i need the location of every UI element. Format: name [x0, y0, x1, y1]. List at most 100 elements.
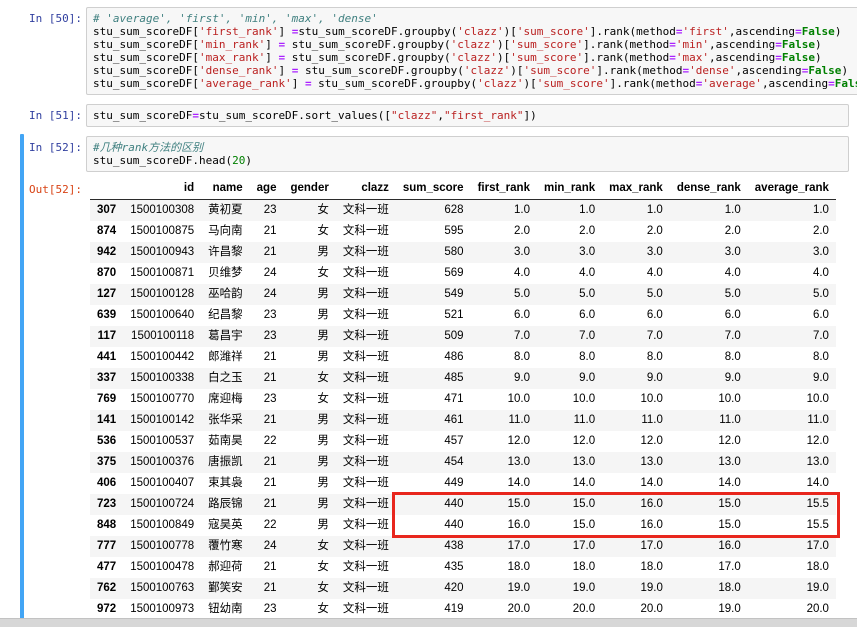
table-cell: 12.0 [806, 435, 829, 447]
table-row: 141 1500100142 张华采 21 男 文科一班 461 11.0 11.0 11.0 11… [90, 410, 836, 431]
table-row: 477 1500100478 郝迎荷 21 女 文科一班 435 18.0 18.0 18.0 17… [90, 557, 836, 578]
code-token: stu_sum_scoreDF[ [93, 64, 199, 77]
row-index: 117 [97, 330, 117, 342]
table-cell: 1500100407 [130, 477, 195, 489]
table-cell: 女 [317, 204, 329, 216]
input-area: In [50]: # 'average', 'first', 'min', 'm… [24, 7, 857, 95]
table-cell: 12.0 [640, 435, 663, 447]
table-cell: 17.0 [718, 561, 741, 573]
table-cell: 鄞笑安 [208, 582, 243, 594]
table-cell: 文科一班 [342, 309, 389, 321]
table-cell: 20.0 [507, 603, 530, 615]
table-cell: 文科一班 [342, 204, 389, 216]
code-token: 'clazz' [450, 51, 498, 64]
table-cell: 2.0 [812, 225, 829, 237]
code-token: )[ [503, 25, 517, 38]
code-token: stu_sum_scoreDF[ [93, 25, 199, 38]
code-token: 'clazz' [477, 77, 524, 90]
table-cell: 420 [444, 582, 464, 594]
code-token: 'max_rank' [198, 51, 266, 64]
code-editor[interactable]: stu_sum_scoreDF=stu_sum_scoreDF.sort_val… [86, 104, 849, 127]
table-cell: 14.0 [640, 477, 663, 489]
table-cell: 7.0 [812, 330, 829, 342]
table-cell: 8.0 [513, 351, 530, 363]
code-token: 'sum_score' [536, 77, 610, 90]
table-cell: 11.0 [508, 414, 530, 426]
table-cell: 2.0 [724, 225, 741, 237]
table-cell: 1500100442 [130, 351, 195, 363]
table-cell: 13.0 [572, 456, 596, 468]
table-row: 874 1500100875 马向南 21 女 文科一班 595 2.0 2.0 2.0 2.0 2.… [90, 221, 836, 242]
code-line: stu_sum_scoreDF['first_rank'] = stu_sum_s… [93, 25, 857, 38]
table-cell: 9.0 [646, 372, 663, 384]
table-row: 375 1500100376 唐振凯 21 男 文科一班 454 13.0 13.0 13.0 13… [90, 452, 836, 473]
table-cell: 3.0 [513, 246, 530, 258]
table-cell: 男 [317, 330, 329, 342]
code-token: ] [291, 77, 305, 90]
row-index: 307 [97, 204, 117, 216]
table-cell: 16.0 [718, 540, 741, 552]
table-cell: 1500100875 [130, 225, 195, 237]
table-cell: 23 [263, 204, 277, 216]
code-token: stu_sum_scoreDF[ [93, 77, 199, 90]
table-cell: 21 [263, 372, 277, 384]
column-header: age [249, 178, 284, 200]
table-cell: 16.0 [507, 519, 530, 531]
row-index: 406 [97, 477, 117, 489]
table-cell: 21 [263, 414, 277, 426]
table-cell: 文科一班 [342, 498, 389, 510]
code-token: stu_sum_scoreDF.groupby( [285, 38, 451, 51]
table-row: 127 1500100128 巫哈韵 24 男 文科一班 549 5.0 5.0 5.0 5.0 5.… [90, 284, 836, 305]
table-cell: 13.0 [718, 456, 741, 468]
table-cell: 18.0 [640, 561, 663, 573]
column-header: first_rank [470, 178, 537, 200]
table-cell: 文科一班 [342, 414, 389, 426]
code-editor[interactable]: #几种rank方法的区别 stu_sum_scoreDF.head(20) [86, 136, 849, 172]
table-cell: 569 [444, 267, 464, 279]
table-cell: 5.0 [812, 288, 829, 300]
table-cell: 男 [317, 414, 329, 426]
table-cell: 24 [263, 267, 277, 279]
code-editor[interactable]: # 'average', 'first', 'min', 'max', 'den… [86, 7, 857, 95]
table-cell: 7.0 [646, 330, 663, 342]
table-cell: 男 [317, 309, 329, 321]
table-cell: 24 [263, 288, 277, 300]
table-cell: 钮幼南 [208, 603, 243, 615]
code-token: )[ [510, 64, 524, 77]
table-cell: 580 [444, 246, 464, 258]
table-cell: 郝迎荷 [208, 561, 243, 573]
table-cell: 男 [317, 351, 329, 363]
code-token: 'min_rank' [198, 38, 266, 51]
table-cell: 11.0 [573, 414, 596, 426]
code-token: = [192, 109, 199, 122]
table-row: 848 1500100849 寇昊英 22 男 文科一班 440 16.0 15.0 16.0 15… [90, 515, 836, 536]
table-cell: 贝维梦 [208, 267, 243, 279]
table-cell: 1.0 [646, 204, 663, 216]
table-cell: 19.0 [718, 603, 741, 615]
code-token: 'sum_score' [523, 64, 597, 77]
table-cell: 1500100943 [130, 246, 195, 258]
table-cell: 19.0 [572, 582, 596, 594]
code-token: 'clazz' [457, 25, 504, 38]
table-cell: 14.0 [806, 477, 829, 489]
code-token: ] [278, 64, 292, 77]
table-cell: 19.0 [806, 582, 829, 594]
table-cell: 6.0 [579, 309, 596, 321]
code-token: ]) [523, 109, 537, 122]
table-cell: 文科一班 [342, 393, 389, 405]
code-token: ) [834, 25, 842, 38]
code-cell-in51: In [51]: stu_sum_scoreDF=stu_sum_scoreDF… [0, 100, 857, 131]
code-token: ) [814, 51, 822, 64]
table-cell: 1500100142 [130, 414, 195, 426]
table-cell: 7.0 [579, 330, 596, 342]
table-cell: 449 [444, 477, 464, 489]
table-cell: 10.0 [718, 393, 741, 405]
table-cell: 唐振凯 [208, 456, 243, 468]
column-header: max_rank [602, 178, 670, 200]
input-prompt: In [52]: [29, 141, 82, 154]
code-token: stu_sum_scoreDF.groupby( [298, 25, 458, 38]
table-cell: 509 [444, 330, 464, 342]
table-cell: 7.0 [724, 330, 741, 342]
table-cell: 覆竹寒 [208, 540, 243, 552]
table-cell: 461 [444, 414, 464, 426]
